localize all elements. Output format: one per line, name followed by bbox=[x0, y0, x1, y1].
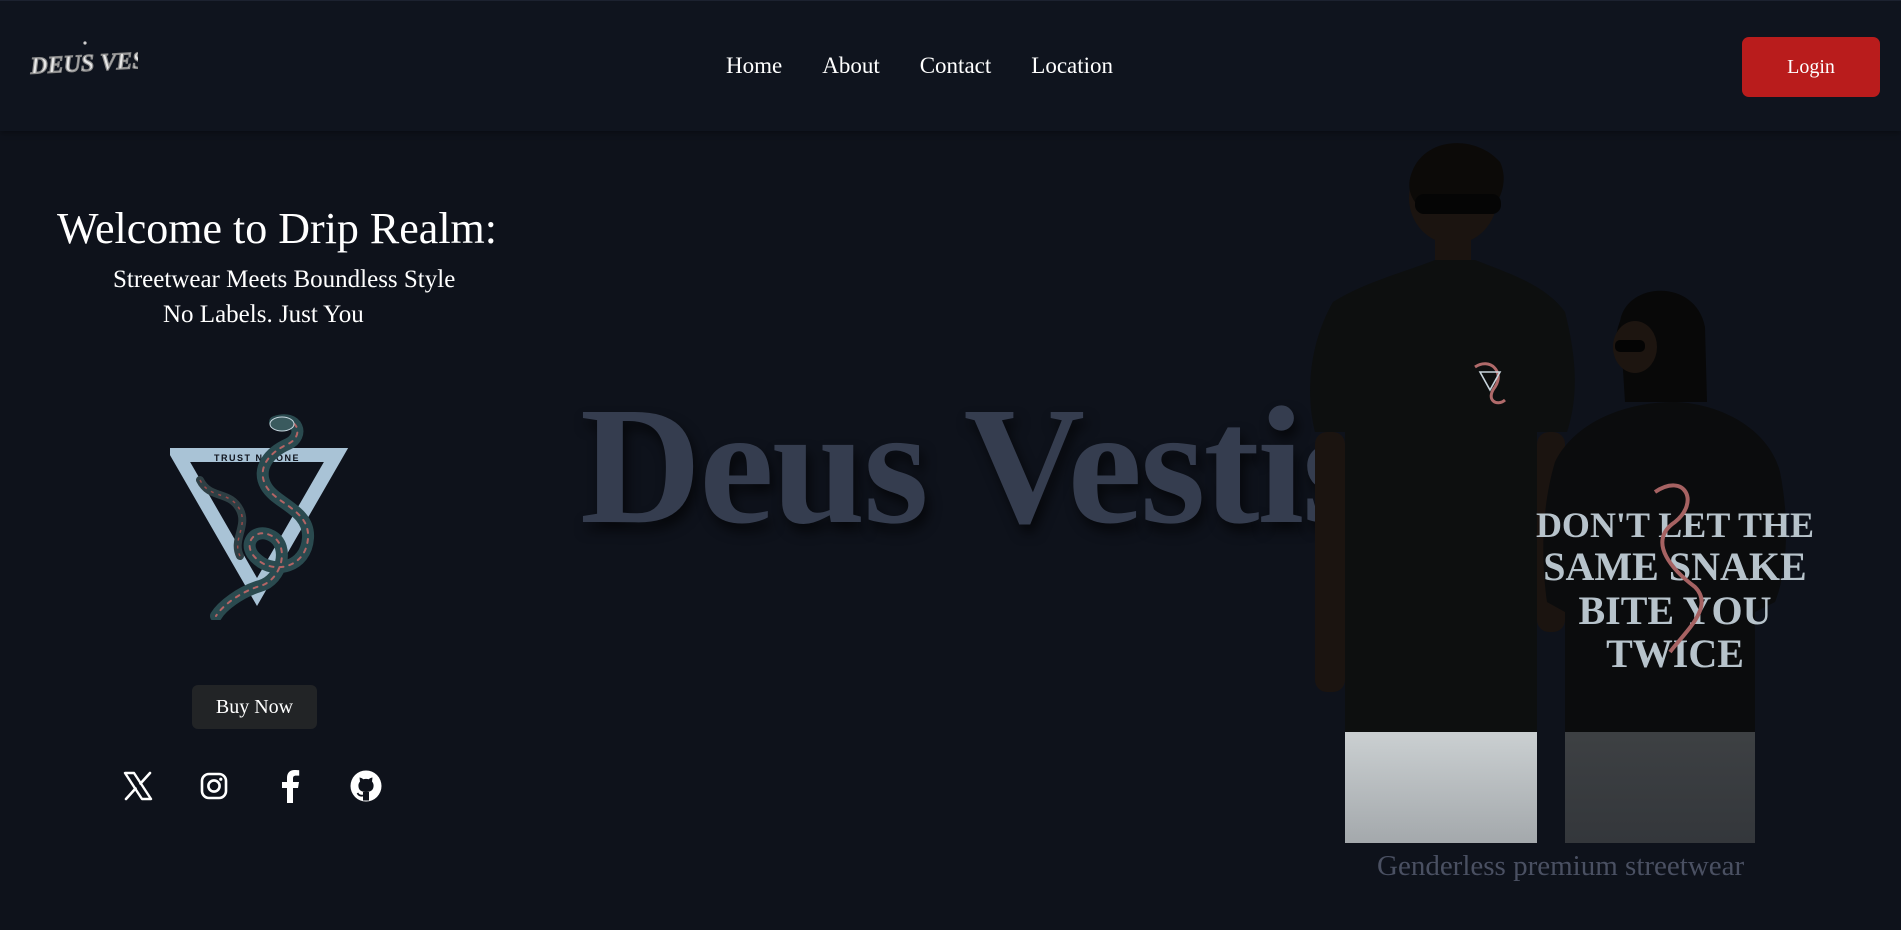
nav-contact-link[interactable]: Contact bbox=[920, 53, 992, 79]
models-photo: DON'T LET THE SAME SNAKE BITE YOU TWICE bbox=[1275, 132, 1830, 843]
nav-location-link[interactable]: Location bbox=[1031, 53, 1113, 79]
snake-triangle-emblem: TRUST NO ONE bbox=[170, 414, 349, 620]
svg-text:DEUS VESTIS: DEUS VESTIS bbox=[29, 46, 138, 80]
emblem-text: TRUST NO ONE bbox=[214, 453, 300, 463]
facebook-icon[interactable] bbox=[273, 769, 307, 803]
page: DEUS VESTIS Home About Contact Location … bbox=[0, 0, 1901, 930]
image-caption: Genderless premium streetwear bbox=[1377, 850, 1745, 882]
instagram-icon[interactable] bbox=[197, 769, 231, 803]
navbar: DEUS VESTIS Home About Contact Location … bbox=[0, 0, 1901, 131]
main-nav: Home About Contact Location bbox=[726, 53, 1153, 79]
x-icon[interactable] bbox=[121, 769, 155, 803]
hero-title: Welcome to Drip Realm: bbox=[57, 204, 497, 253]
brand-heading: Deus Vestis bbox=[580, 373, 1368, 559]
github-icon[interactable] bbox=[349, 769, 383, 803]
hero-tagline: No Labels. Just You bbox=[163, 301, 364, 328]
login-button[interactable]: Login bbox=[1742, 37, 1880, 97]
brand-logo[interactable]: DEUS VESTIS bbox=[28, 35, 138, 83]
nav-about-link[interactable]: About bbox=[822, 53, 880, 79]
social-links bbox=[121, 769, 383, 803]
buy-now-button[interactable]: Buy Now bbox=[192, 685, 317, 729]
nav-home-link[interactable]: Home bbox=[726, 53, 782, 79]
hero-subtitle: Streetwear Meets Boundless Style bbox=[113, 266, 456, 293]
